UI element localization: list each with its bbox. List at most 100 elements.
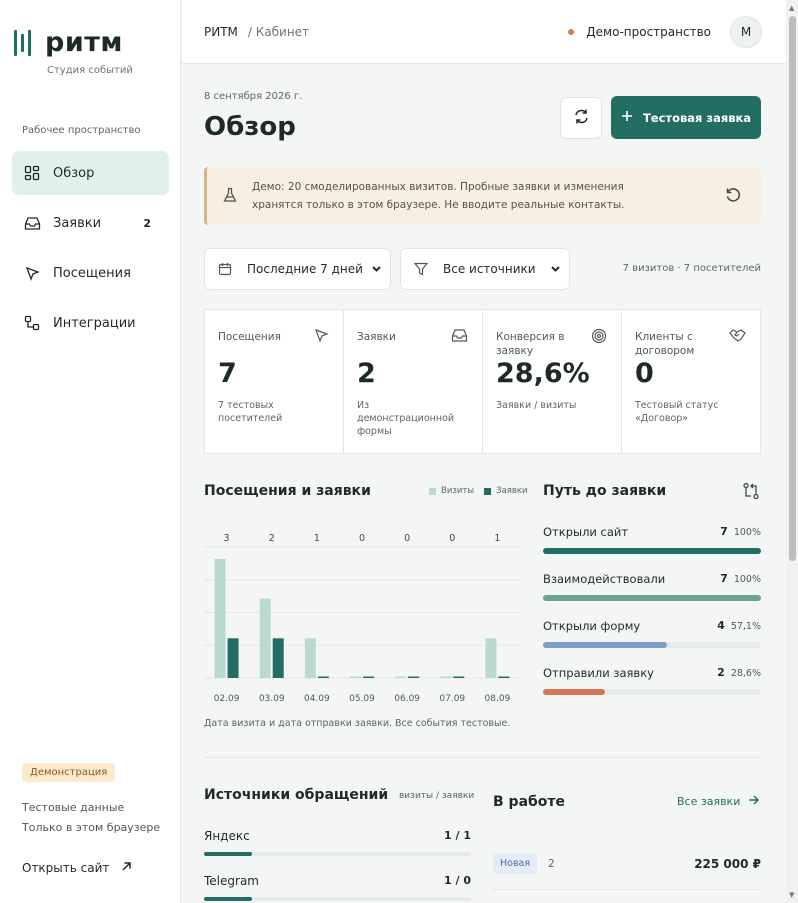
brand-logo[interactable]: ритм [14,28,123,58]
sidebar-item-requests[interactable]: Заявки 2 [12,201,169,245]
source-row: Telegram 1 / 0 [204,874,471,901]
chevron-down-icon [550,263,561,277]
x-tick-label: 05.09 [349,694,375,704]
work-item-row[interactable]: Новая 2 225 000 ₽ [493,853,761,890]
breadcrumb-root[interactable]: РИТМ [204,25,238,39]
page-scrollbar[interactable]: ▲ ▼ [786,0,798,903]
funnel-row: Взаимодействовали 7 100% [543,569,761,616]
funnel-track [543,595,761,601]
all-requests-label: Все заявки [677,795,741,808]
x-tick-label: 03.09 [259,694,285,704]
inbox-icon [451,328,468,347]
breadcrumb-current: / Кабинет [247,25,310,39]
kpi-visits: Посещения 7 7 тестовых посетителей [205,310,344,453]
data-label: 1 [314,533,320,544]
refresh-button[interactable] [560,97,602,139]
avatar[interactable]: М [730,16,762,48]
open-site-link[interactable]: Открыть сайт [22,861,132,875]
data-label: 2 [269,533,275,544]
legend-swatch-visits [429,487,436,495]
source-label: Telegram [204,874,259,888]
kpi-label: Заявки [357,331,396,343]
sidebar-item-visits[interactable]: Посещения [12,251,169,295]
scroll-up-icon[interactable]: ▲ [789,4,794,12]
test-request-button[interactable]: Тестовая заявка [611,96,761,139]
source-value: Все источники [443,262,536,276]
sidebar-item-overview[interactable]: Обзор [12,151,169,195]
arrow-right-icon [748,795,760,808]
data-label: 3 [224,533,230,544]
sidebar-item-label: Посещения [53,265,131,281]
route-icon [742,482,760,504]
sidebar-item-label: Интеграции [53,315,136,331]
logo-mark-icon [14,30,31,56]
source-value: 1 / 1 [444,829,471,842]
funnel-title: Путь до заявки [543,483,667,499]
funnel-row: Открыли сайт 7 100% [543,522,761,569]
all-requests-link[interactable]: Все заявки [677,795,760,808]
browser-only-note: Только в этом браузере [22,821,161,834]
breadcrumb: РИТМ / Кабинет [204,25,309,39]
main-content: 8 сентября 2026 г. Обзор Тестовая заявка… [182,64,786,903]
bar-visits [214,558,226,678]
funnel-track [543,548,761,554]
demo-banner-text: Демо: 20 смоделированных визитов. Пробны… [252,181,625,211]
x-tick-label: 08.09 [485,694,511,704]
data-label: 0 [449,533,455,544]
sidebar-item-label: Обзор [53,165,95,181]
visits-summary: 7 визитов · 7 посетителей [622,263,761,274]
brand-name: ритм [45,27,123,58]
legend-requests: Заявки [496,486,528,496]
kpi-label: Посещения [218,331,281,343]
chart-legend: Визиты Заявки [429,486,528,496]
sidebar-item-integrations[interactable]: Интеграции [12,301,169,345]
reset-demo-icon[interactable] [725,187,741,207]
section-divider [204,757,761,758]
test-request-label: Тестовая заявка [642,110,752,125]
kpi-value: 28,6% [496,358,590,389]
calendar-icon [218,262,232,276]
flask-icon [223,187,237,207]
bar-visits [485,638,497,678]
funnel-row: Отправили заявку 2 28,6% [543,663,761,710]
legend-swatch-requests [484,487,492,495]
status-dot-icon [568,29,575,35]
scrollbar-thumb[interactable] [789,16,796,561]
funnel-track [543,642,761,648]
funnel-bar [543,642,668,648]
filter-icon [414,262,428,276]
x-tick-label: 04.09 [304,694,330,704]
bar-visits [259,598,271,678]
dashboard-icon [23,164,41,182]
funnel-value: 7 100% [720,525,761,538]
funnel-value: 4 57,1% [717,619,761,632]
demo-badge: Демонстрация [22,763,116,782]
x-tick-label: 02.09 [214,694,240,704]
kpi-desc: 7 тестовых посетителей [218,400,283,424]
kpi-conversion: Конверсия в заявку 28,6% Заявки / визиты [483,310,622,453]
funnel-value: 7 100% [720,572,761,585]
scroll-down-icon[interactable]: ▼ [789,891,794,899]
kpi-value: 7 [218,358,237,389]
workspace-name: Демо-пространство [586,25,711,39]
visits-requests-chart: 3 02.09 2 03.09 1 04.09 0 05.09 0 06.09 0 07.09 1 08.… [204,533,520,704]
source-select[interactable]: Все источники [400,248,570,290]
demo-banner: Демо: 20 смоделированных визитов. Пробны… [204,167,761,225]
bar-requests [227,638,239,678]
refresh-icon [573,108,590,129]
inbox-icon [23,214,41,232]
workspace-switcher[interactable]: Демо-пространство [568,25,711,39]
data-label: 0 [359,533,365,544]
x-tick-label: 07.09 [439,694,465,704]
sources-title: Источники обращений [204,787,389,803]
open-site-label: Открыть сайт [22,861,110,875]
bar-requests [498,676,510,678]
brand-subtitle: Студия событий [47,65,133,76]
data-label: 1 [494,533,500,544]
chevron-down-icon [371,263,382,277]
in-work-title: В работе [493,794,566,810]
period-select[interactable]: Последние 7 дней [204,248,391,290]
source-track [204,897,471,901]
sources-hint: визиты / заявки [399,791,475,801]
requests-count-badge: 2 [143,216,151,230]
